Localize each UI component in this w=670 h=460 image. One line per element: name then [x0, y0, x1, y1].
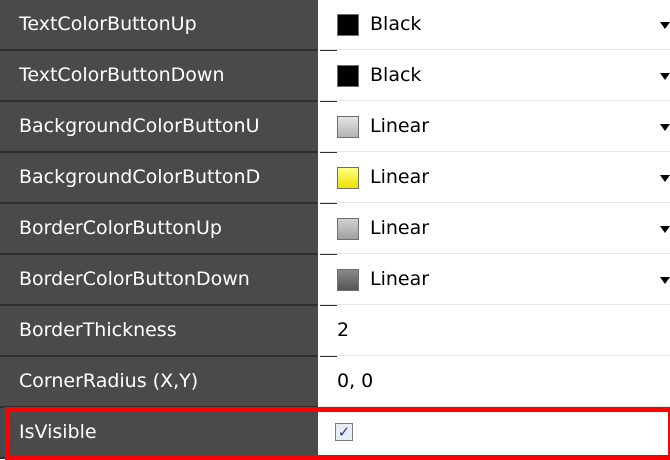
is-visible-checkbox[interactable]: ✓: [335, 423, 353, 441]
property-name-cell: TextColorButtonUp: [0, 0, 337, 51]
property-row-border-color-button-down: BorderColorButtonDown Linear: [0, 255, 670, 306]
property-name-cell: TextColorButtonDown: [0, 51, 337, 102]
property-value: Linear: [370, 166, 430, 188]
color-dropdown[interactable]: Linear: [320, 204, 670, 254]
property-name-label: BackgroundColorButtonD: [19, 166, 261, 188]
color-dropdown[interactable]: Linear: [320, 153, 670, 203]
property-name-cell: CornerRadius (X,Y): [0, 357, 337, 408]
property-name-label: TextColorButtonDown: [19, 64, 225, 86]
property-name-label: BackgroundColorButtonU: [19, 115, 260, 137]
checkbox-checked-icon: ✓: [337, 423, 351, 441]
property-value: 0, 0: [337, 370, 374, 392]
property-row-border-color-button-up: BorderColorButtonUp Linear: [0, 204, 670, 255]
property-value: Linear: [370, 217, 430, 239]
property-grid: TextColorButtonUp Black TextColorButtonD…: [0, 0, 670, 460]
property-row-text-color-button-up: TextColorButtonUp Black: [0, 0, 670, 51]
property-value: Black: [370, 64, 422, 86]
color-swatch: [337, 65, 359, 87]
chevron-down-icon[interactable]: [660, 22, 670, 29]
property-name-label: BorderColorButtonUp: [19, 217, 222, 239]
property-name-cell: BorderThickness: [0, 306, 337, 357]
color-dropdown[interactable]: Black: [320, 51, 670, 101]
chevron-down-icon[interactable]: [660, 124, 670, 131]
chevron-down-icon[interactable]: [660, 175, 670, 182]
property-value: Linear: [370, 268, 430, 290]
chevron-down-icon[interactable]: [660, 277, 670, 284]
color-dropdown[interactable]: Linear: [320, 102, 670, 152]
property-name-label: TextColorButtonUp: [19, 13, 197, 35]
property-row-background-color-button-up: BackgroundColorButtonU Linear: [0, 102, 670, 153]
property-name-cell: BackgroundColorButtonU: [0, 102, 337, 153]
color-swatch: [337, 14, 359, 36]
corner-radius-field[interactable]: 0, 0: [320, 357, 670, 407]
is-visible-value-cell: ✓: [320, 408, 670, 458]
property-name-cell: BorderColorButtonUp: [0, 204, 337, 255]
chevron-down-icon[interactable]: [660, 226, 670, 233]
property-row-is-visible: IsVisible ✓: [0, 408, 670, 459]
property-name-cell: BackgroundColorButtonD: [0, 153, 337, 204]
border-thickness-field[interactable]: 2: [320, 306, 670, 356]
property-name-cell: IsVisible: [0, 408, 337, 459]
property-name-label: BorderColorButtonDown: [19, 268, 250, 290]
color-dropdown[interactable]: Black: [320, 0, 670, 50]
property-value: Black: [370, 13, 422, 35]
chevron-down-icon[interactable]: [660, 73, 670, 80]
property-value: 2: [337, 319, 350, 341]
property-name-cell: BorderColorButtonDown: [0, 255, 337, 306]
color-dropdown[interactable]: Linear: [320, 255, 670, 305]
property-name-label: CornerRadius (X,Y): [19, 370, 199, 392]
color-swatch: [337, 218, 359, 240]
property-row-border-thickness: BorderThickness 2: [0, 306, 670, 357]
property-value: Linear: [370, 115, 430, 137]
property-row-background-color-button-down: BackgroundColorButtonD Linear: [0, 153, 670, 204]
property-row-corner-radius: CornerRadius (X,Y) 0, 0: [0, 357, 670, 408]
color-swatch: [337, 269, 359, 291]
color-swatch: [337, 116, 359, 138]
color-swatch: [337, 167, 359, 189]
property-row-text-color-button-down: TextColorButtonDown Black: [0, 51, 670, 102]
property-name-label: BorderThickness: [19, 319, 177, 341]
property-name-label: IsVisible: [19, 421, 97, 443]
